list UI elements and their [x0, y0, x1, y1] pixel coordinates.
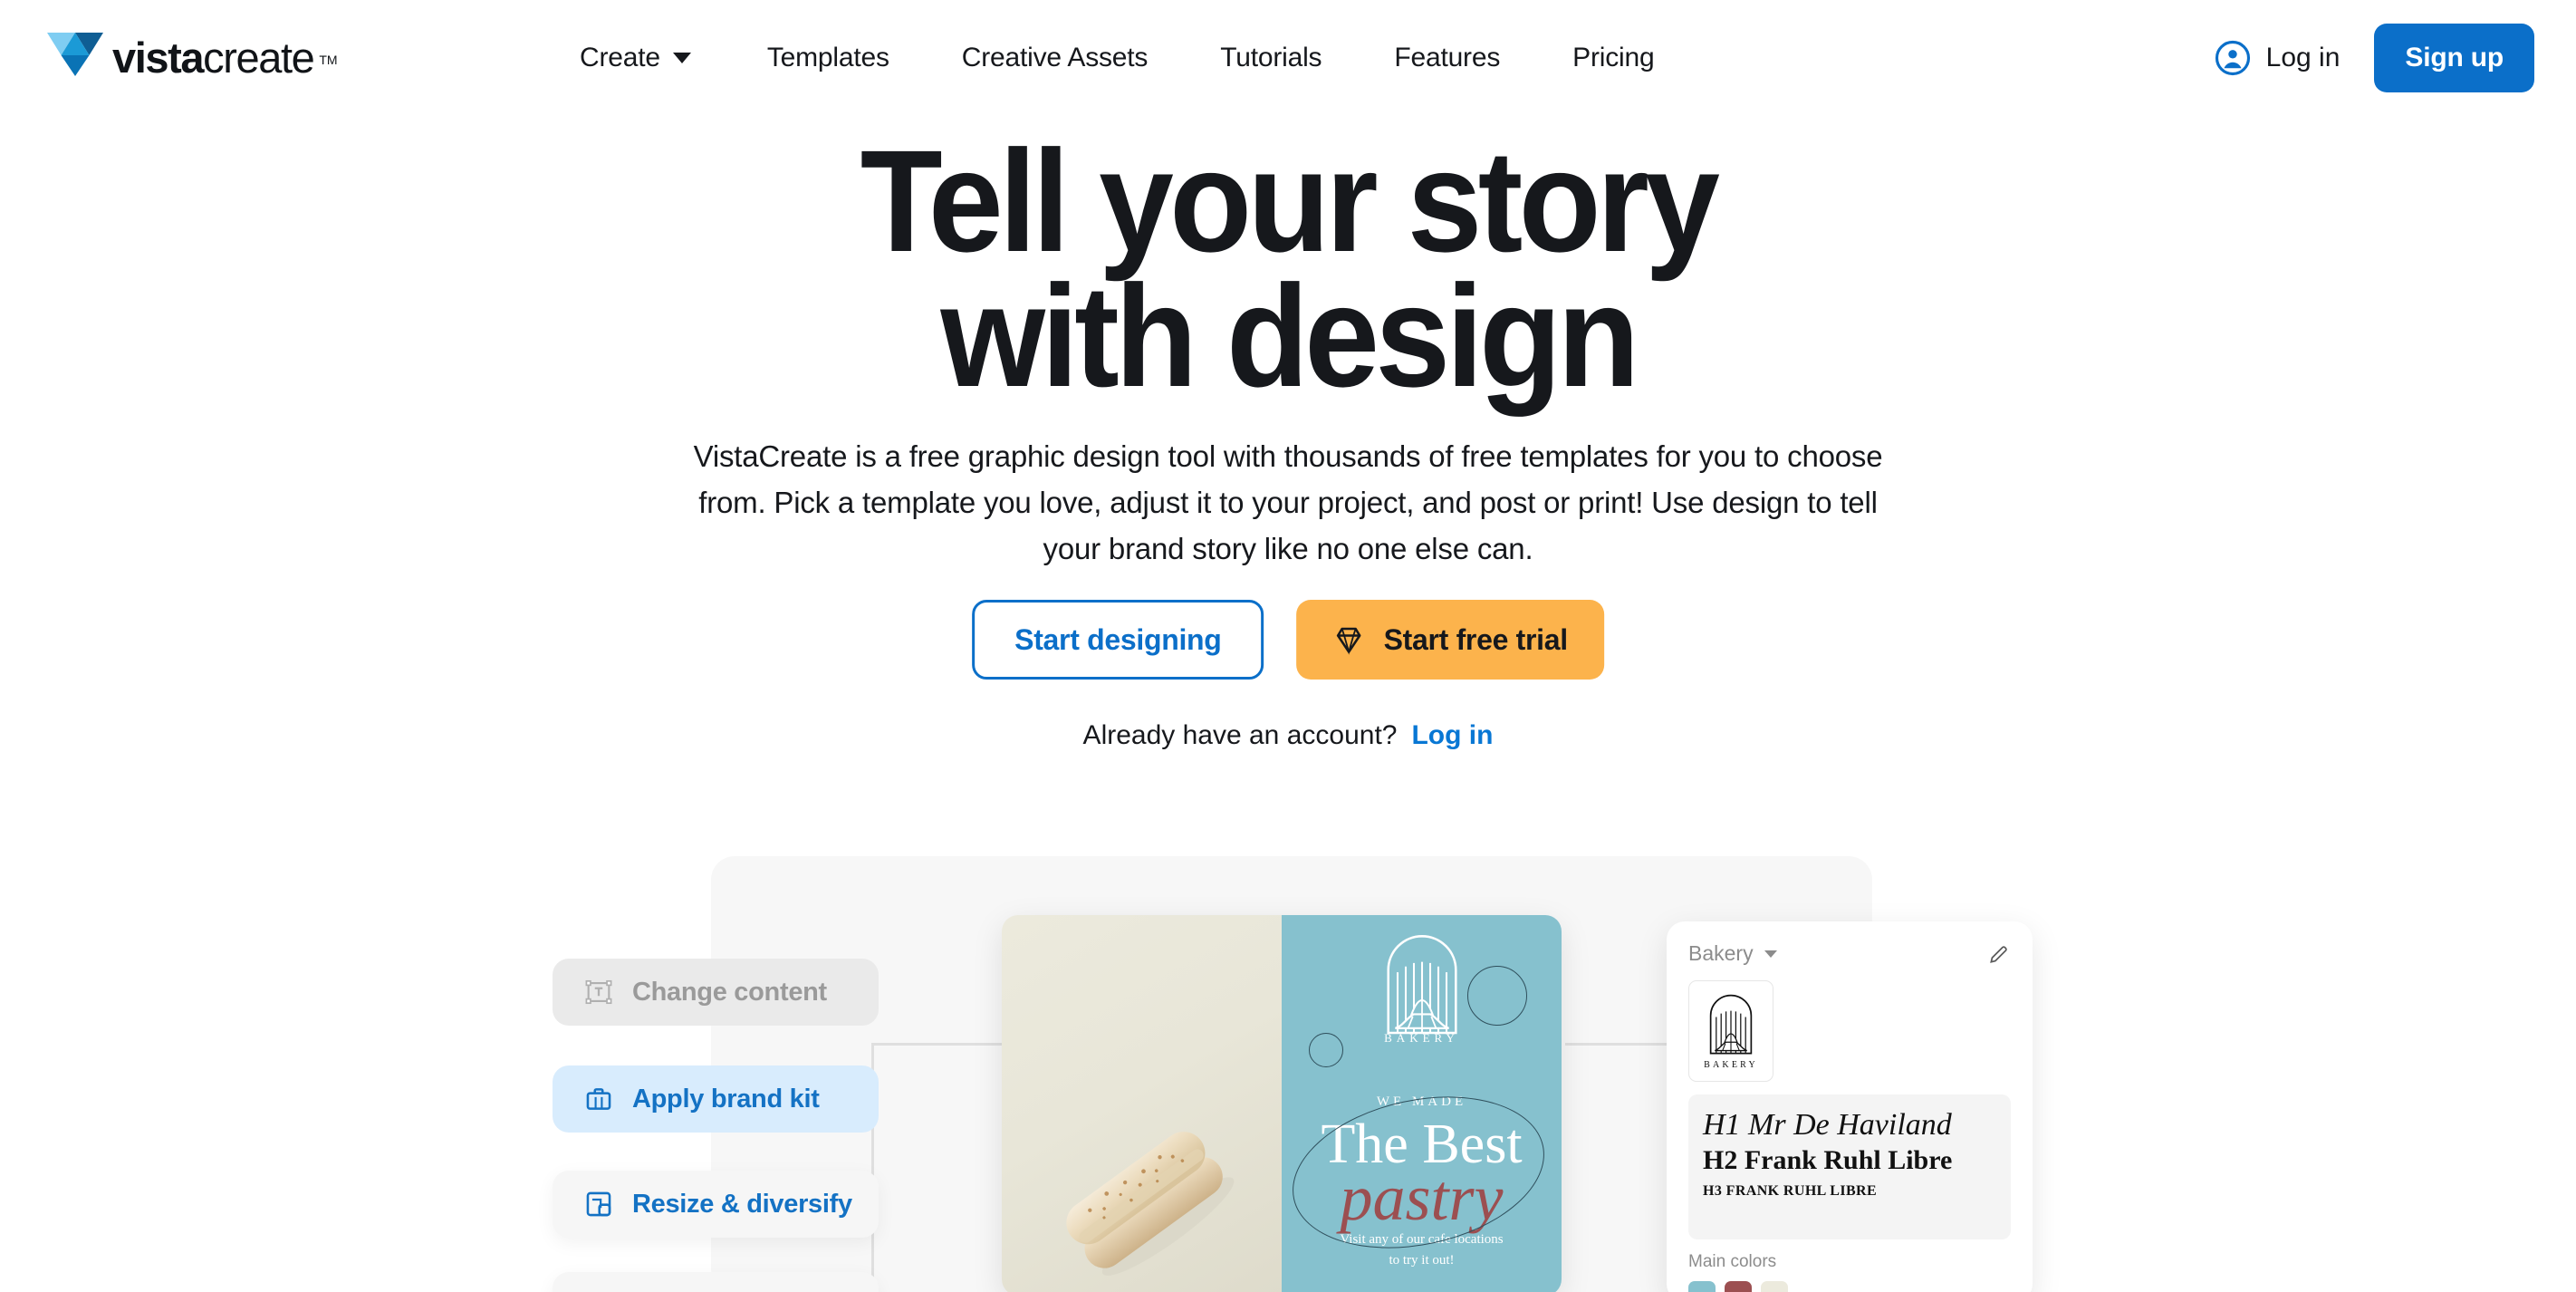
- brand-kit-panel: Bakery BAKERY H1 Mr De Haviland H2 Frank…: [1667, 921, 2033, 1292]
- diamond-icon: [1337, 627, 1361, 655]
- start-free-trial-label: Start free trial: [1383, 622, 1569, 656]
- already-login-link[interactable]: Log in: [1411, 720, 1493, 751]
- start-designing-button[interactable]: Start designing: [972, 600, 1264, 680]
- nav-item-create[interactable]: Create: [580, 43, 691, 73]
- start-free-trial-button[interactable]: Start free trial: [1296, 600, 1604, 680]
- nav-item-features[interactable]: Features: [1394, 43, 1500, 73]
- nav-item-pricing[interactable]: Pricing: [1572, 43, 1655, 73]
- resize-icon: [586, 1191, 611, 1217]
- signup-button[interactable]: Sign up: [2374, 24, 2534, 92]
- pill-apply-brand-kit[interactable]: Apply brand kit: [553, 1065, 879, 1133]
- nav-item-tutorials[interactable]: Tutorials: [1220, 43, 1322, 73]
- hero-cta-row: Start designing Start free trial: [972, 600, 1604, 680]
- nav-item-creative-assets[interactable]: Creative Assets: [962, 43, 1149, 73]
- user-circle-icon: [2215, 40, 2250, 76]
- brand-kit-title: Bakery: [1688, 941, 1754, 965]
- hero-title-line1: Tell your story: [860, 120, 1720, 282]
- poster-tagline-line2: to try it out!: [1389, 1252, 1455, 1268]
- template-poster-preview[interactable]: BAKERY WE MADE The Best pastry Visit any…: [1002, 915, 1562, 1292]
- nav-item-label: Create: [580, 43, 660, 72]
- pill-change-content[interactable]: Change content: [553, 959, 879, 1026]
- nav-item-templates[interactable]: Templates: [767, 43, 889, 73]
- text-box-icon: [585, 979, 612, 1005]
- pill-label: Resize & diversify: [632, 1189, 852, 1219]
- brand-kit-h3-sample: H3 FRANK RUHL LIBRE: [1703, 1182, 1878, 1199]
- brand-kit-typography: H1 Mr De Haviland H2 Frank Ruhl Libre H3…: [1688, 1094, 2011, 1239]
- pill-resize-diversify[interactable]: Resize & diversify: [553, 1171, 879, 1238]
- brand-kit-h2-sample: H2 Frank Ruhl Libre: [1703, 1144, 1953, 1175]
- poster-logo-word: BAKERY: [1384, 1031, 1459, 1045]
- bakery-logo-icon: [1386, 935, 1457, 1035]
- auth-area: Log in Sign up: [2214, 0, 2534, 116]
- page-title: Tell your story with design: [91, 120, 2486, 417]
- logo-wordmark: vistacreate: [112, 34, 315, 82]
- hero-title-line2: with design: [940, 254, 1639, 417]
- already-text: Already have an account?: [1082, 720, 1398, 750]
- site-header: vistacreate TM Create Templates Creative…: [0, 0, 2576, 116]
- main-colors-label: Main colors: [1688, 1252, 1777, 1271]
- pill-label: Apply brand kit: [632, 1084, 820, 1114]
- decor-circle-large: [1467, 966, 1527, 1026]
- briefcase-icon: [586, 1088, 611, 1110]
- pastry-photo: [1065, 1132, 1235, 1276]
- pill-label: Change content: [632, 977, 827, 1007]
- brand-kit-h1-sample: H1 Mr De Haviland: [1703, 1108, 1952, 1142]
- vistacreate-logo[interactable]: vistacreate TM: [47, 31, 341, 82]
- already-have-account: Already have an account? Log in: [1083, 720, 1494, 751]
- logo-tm: TM: [319, 53, 338, 67]
- main-colors-swatches: [1688, 1281, 2011, 1292]
- poster-design-half: BAKERY WE MADE The Best pastry Visit any…: [1278, 915, 1562, 1292]
- decor-circle-small: [1309, 1033, 1343, 1067]
- page-root: vistacreate TM Create Templates Creative…: [0, 0, 2576, 1292]
- brand-kit-logo-thumb[interactable]: BAKERY: [1688, 980, 1773, 1082]
- main-nav: Create Templates Creative Assets Tutoria…: [580, 0, 1655, 116]
- color-swatch[interactable]: [1761, 1281, 1788, 1292]
- pencil-icon[interactable]: [1987, 942, 2011, 966]
- brand-kit-header: Bakery: [1688, 941, 2011, 966]
- login-label: Log in: [2265, 43, 2341, 72]
- color-swatch[interactable]: [1725, 1281, 1752, 1292]
- chevron-down-icon: [672, 53, 691, 63]
- brand-kit-logo-word: BAKERY: [1704, 1059, 1758, 1070]
- hero-subtitle: VistaCreate is a free graphic design too…: [693, 439, 1883, 566]
- color-swatch[interactable]: [1688, 1281, 1716, 1292]
- poster-photo-half: [1002, 915, 1282, 1292]
- chevron-down-icon: [1764, 950, 1777, 958]
- pill-next[interactable]: [553, 1272, 879, 1292]
- vista-triangle-logo-icon: [47, 33, 103, 76]
- brand-kit-selector[interactable]: Bakery: [1688, 941, 1777, 966]
- login-button[interactable]: Log in: [2214, 39, 2341, 77]
- bakery-logo-icon: [1709, 994, 1753, 1054]
